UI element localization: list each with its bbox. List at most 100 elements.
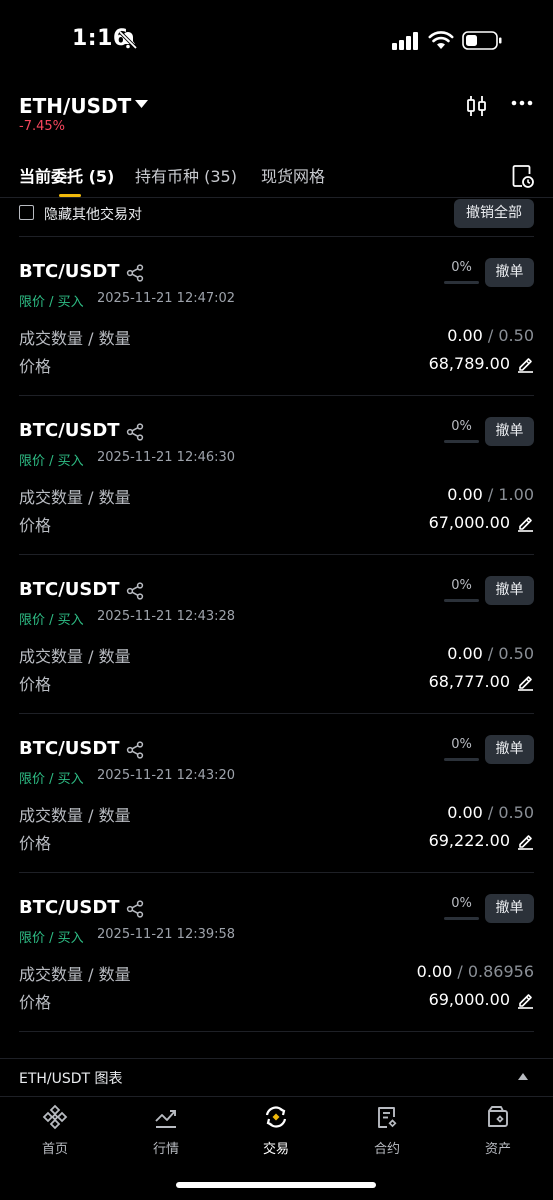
cancel-order-button[interactable]: 撤单 [485,417,534,446]
status-bar: 1:16 [0,0,553,84]
total-quantity: 0.50 [498,803,534,822]
edit-icon[interactable] [516,832,534,850]
order-card: BTC/USDT 限价 / 买入 2025-11-21 12:39:58 0% … [0,873,553,1032]
fill-progress-bar [444,917,479,920]
order-type: 限价 / 买入 [19,931,84,946]
quantity-label: 成交数量 / 数量 [19,806,131,825]
hide-other-pairs-checkbox[interactable] [19,205,34,220]
quantity-value: 0.00 / 0.50 [447,326,534,345]
more-icon[interactable] [511,100,533,106]
fill-progress-label: 0% [451,419,472,434]
tab-holdings[interactable]: 持有币种 (35) [135,163,237,187]
nav-home-label: 首页 [41,1142,68,1157]
nav-trade-label: 交易 [262,1142,289,1157]
order-history-icon[interactable] [511,163,535,189]
order-card: BTC/USDT 限价 / 买入 2025-11-21 12:43:20 0% … [0,714,553,873]
order-time: 2025-11-21 12:46:30 [97,450,236,465]
hide-other-pairs-label[interactable]: 隐藏其他交易对 [44,204,142,224]
fill-progress-bar [444,599,479,602]
fill-progress-label: 0% [451,260,472,275]
cancel-all-button[interactable]: 撤销全部 [454,199,534,228]
share-icon[interactable] [126,582,144,600]
fill-progress-label: 0% [451,578,472,593]
edit-icon[interactable] [516,991,534,1009]
quantity-label: 成交数量 / 数量 [19,965,131,984]
quantity-label: 成交数量 / 数量 [19,647,131,666]
price-label: 价格 [19,993,52,1012]
nav-assets[interactable]: 资产 [458,1104,538,1157]
nav-home[interactable]: 首页 [15,1104,95,1157]
order-card: BTC/USDT 限价 / 买入 2025-11-21 12:46:30 0% … [0,396,553,555]
quantity-separator: / [482,803,499,822]
cancel-order-button[interactable]: 撤单 [485,258,534,287]
total-quantity: 0.50 [498,326,534,345]
tab-open-orders[interactable]: 当前委托 (5) [19,163,114,187]
quantity-separator: / [452,962,468,981]
trade-swap-icon [265,1106,287,1128]
tab-spot-grid[interactable]: 现货网格 [261,163,325,187]
filled-quantity: 0.00 [447,485,483,504]
order-time: 2025-11-21 12:43:20 [97,768,236,783]
filled-quantity: 0.00 [447,803,483,822]
fill-progress-bar [444,440,479,443]
total-quantity: 0.50 [498,644,534,663]
order-price: 68,789.00 [428,354,510,373]
order-card: BTC/USDT 限价 / 买入 2025-11-21 12:43:28 0% … [0,555,553,714]
pair-selector[interactable]: ETH/USDT [19,94,131,118]
divider [0,1058,553,1059]
edit-icon[interactable] [516,514,534,532]
candlestick-icon[interactable] [466,94,488,118]
cancel-order-button[interactable]: 撤单 [485,894,534,923]
order-type: 限价 / 买入 [19,454,84,469]
share-icon[interactable] [126,423,144,441]
divider [19,1031,534,1032]
nav-markets[interactable]: 行情 [126,1104,206,1157]
share-icon[interactable] [126,900,144,918]
price-label: 价格 [19,675,52,694]
quantity-label: 成交数量 / 数量 [19,329,131,348]
futures-document-icon [378,1107,397,1128]
order-type: 限价 / 买入 [19,295,84,310]
share-icon[interactable] [126,264,144,282]
divider [0,1096,553,1097]
order-type: 限价 / 买入 [19,772,84,787]
wifi-icon [428,31,454,49]
fill-progress-bar [444,281,479,284]
nav-assets-label: 资产 [484,1142,511,1157]
share-icon[interactable] [126,741,144,759]
chart-toggle-label[interactable]: ETH/USDT 图表 [19,1068,123,1088]
caret-down-icon[interactable] [135,100,148,109]
caret-up-icon[interactable] [518,1073,528,1080]
nav-trade[interactable]: 交易 [236,1104,316,1157]
order-card: BTC/USDT 限价 / 买入 2025-11-21 12:47:02 0% … [0,237,553,396]
quantity-separator: / [482,326,499,345]
cancel-order-button[interactable]: 撤单 [485,735,534,764]
order-time: 2025-11-21 12:43:28 [97,609,236,624]
filled-quantity: 0.00 [447,326,483,345]
quantity-value: 0.00 / 0.50 [447,644,534,663]
battery-icon [462,31,502,50]
quantity-separator: / [482,485,499,504]
total-quantity: 0.86956 [467,962,534,981]
order-price: 68,777.00 [428,672,510,691]
quantity-label: 成交数量 / 数量 [19,488,131,507]
home-indicator [176,1182,376,1188]
quantity-value: 0.00 / 0.50 [447,803,534,822]
quantity-value: 0.00 / 0.86956 [417,962,534,981]
order-price: 69,000.00 [428,990,510,1009]
cancel-order-button[interactable]: 撤单 [485,576,534,605]
order-price: 67,000.00 [428,513,510,532]
price-label: 价格 [19,357,52,376]
order-pair: BTC/USDT [19,579,120,600]
nav-markets-label: 行情 [152,1142,179,1157]
edit-icon[interactable] [516,355,534,373]
quantity-separator: / [482,644,499,663]
price-label: 价格 [19,516,52,535]
edit-icon[interactable] [516,673,534,691]
order-pair: BTC/USDT [19,738,120,759]
order-time: 2025-11-21 12:47:02 [97,291,236,306]
nav-futures[interactable]: 合约 [347,1104,427,1157]
total-quantity: 1.00 [498,485,534,504]
wallet-icon [488,1106,508,1127]
price-label: 价格 [19,834,52,853]
